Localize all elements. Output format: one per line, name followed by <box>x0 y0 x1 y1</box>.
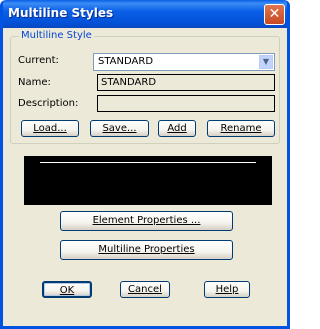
current-style-select[interactable]: STANDARD ▼ <box>93 53 275 71</box>
multiline-styles-dialog: Multiline Styles ✕ Multiline Style Curre… <box>0 0 290 329</box>
load-button[interactable]: Load... <box>21 120 79 137</box>
group-legend: Multiline Style <box>19 30 94 42</box>
name-label: Name: <box>18 77 51 88</box>
name-value: STANDARD <box>101 77 157 88</box>
description-field[interactable] <box>97 95 275 112</box>
title-bar[interactable]: Multiline Styles ✕ <box>3 0 287 28</box>
chevron-down-icon[interactable]: ▼ <box>259 55 273 69</box>
close-button[interactable]: ✕ <box>264 4 285 25</box>
ok-button[interactable]: OK <box>42 281 92 298</box>
name-field[interactable]: STANDARD <box>97 74 275 91</box>
close-icon: ✕ <box>268 6 281 22</box>
description-label: Description: <box>18 98 79 109</box>
multiline-style-group: Multiline Style Current: STANDARD ▼ Name… <box>10 30 280 144</box>
rename-button[interactable]: Rename <box>207 120 275 137</box>
cancel-button[interactable]: Cancel <box>120 281 170 298</box>
window-title: Multiline Styles <box>8 6 114 20</box>
preview-line <box>40 162 256 163</box>
multiline-properties-button[interactable]: Multiline Properties <box>60 240 233 260</box>
multiline-preview <box>24 156 272 205</box>
current-label: Current: <box>18 55 59 66</box>
add-button[interactable]: Add <box>158 120 196 137</box>
save-button[interactable]: Save... <box>90 120 149 137</box>
element-properties-button[interactable]: Element Properties ... <box>60 211 233 231</box>
help-button[interactable]: Help <box>204 281 250 298</box>
current-style-value: STANDARD <box>98 56 154 67</box>
